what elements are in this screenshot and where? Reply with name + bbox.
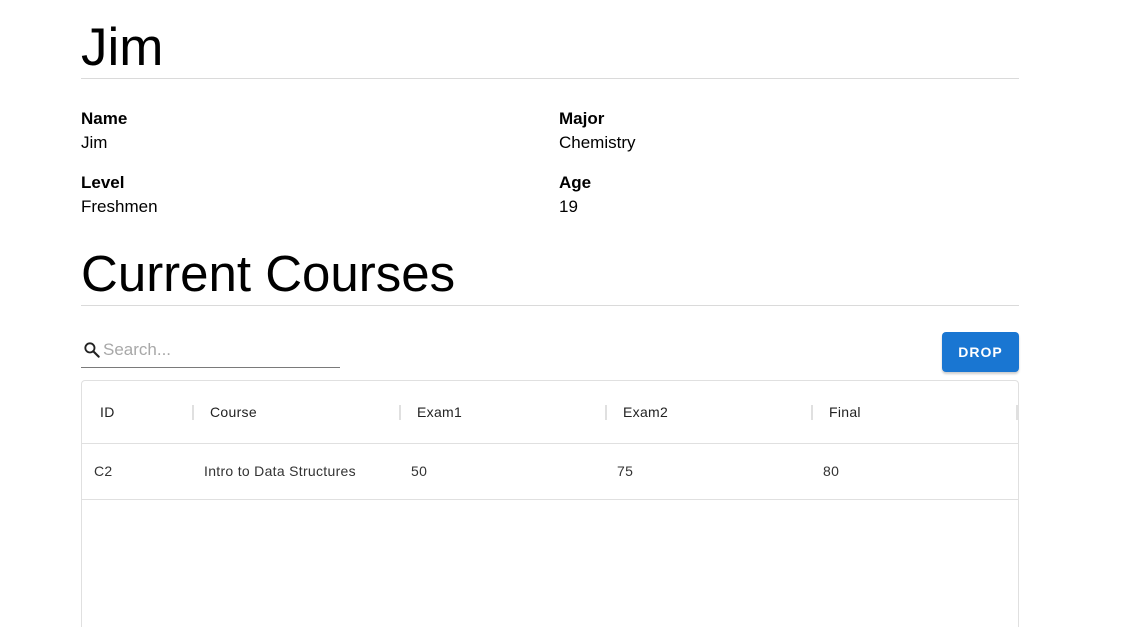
courses-divider: [81, 305, 1019, 306]
drop-button[interactable]: DROP: [942, 332, 1019, 372]
cell-course[interactable]: Intro to Data Structures: [204, 444, 356, 499]
column-separator[interactable]: [399, 405, 401, 420]
student-title: Jim: [81, 18, 164, 77]
title-divider: [81, 78, 1019, 79]
courses-title: Current Courses: [81, 245, 456, 302]
table-row[interactable]: C2 Intro to Data Structures 50 75 80: [82, 444, 1018, 500]
search-field[interactable]: [81, 336, 340, 368]
grid-header: ID Course Exam1 Exam2 Final: [82, 381, 1018, 444]
column-separator[interactable]: [1016, 405, 1018, 420]
level-value: Freshmen: [81, 197, 158, 216]
major-label: Major: [559, 109, 605, 128]
name-value: Jim: [81, 133, 108, 152]
column-header-course[interactable]: Course: [210, 381, 257, 443]
search-input[interactable]: [103, 338, 333, 362]
cell-final[interactable]: 80: [823, 444, 839, 499]
column-separator[interactable]: [605, 405, 607, 420]
column-separator[interactable]: [811, 405, 813, 420]
level-field: Level Freshmen: [81, 172, 158, 218]
cell-id[interactable]: C2: [94, 444, 113, 499]
cell-exam2[interactable]: 75: [617, 444, 633, 499]
level-label: Level: [81, 173, 125, 192]
column-separator[interactable]: [192, 405, 194, 420]
major-value: Chemistry: [559, 133, 636, 152]
courses-grid: ID Course Exam1 Exam2 Final C2 Intro to …: [81, 380, 1019, 627]
age-value: 19: [559, 197, 578, 216]
age-field: Age 19: [559, 172, 591, 218]
major-field: Major Chemistry: [559, 108, 636, 154]
column-header-exam1[interactable]: Exam1: [417, 381, 462, 443]
student-page: Jim Name Jim Major Chemistry Level Fresh…: [0, 0, 1129, 627]
column-header-final[interactable]: Final: [829, 381, 861, 443]
name-label: Name: [81, 109, 128, 128]
column-header-exam2[interactable]: Exam2: [623, 381, 668, 443]
name-field: Name Jim: [81, 108, 127, 154]
age-label: Age: [559, 173, 592, 192]
cell-exam1[interactable]: 50: [411, 444, 427, 499]
search-icon: [82, 340, 102, 360]
column-header-id[interactable]: ID: [100, 381, 115, 443]
